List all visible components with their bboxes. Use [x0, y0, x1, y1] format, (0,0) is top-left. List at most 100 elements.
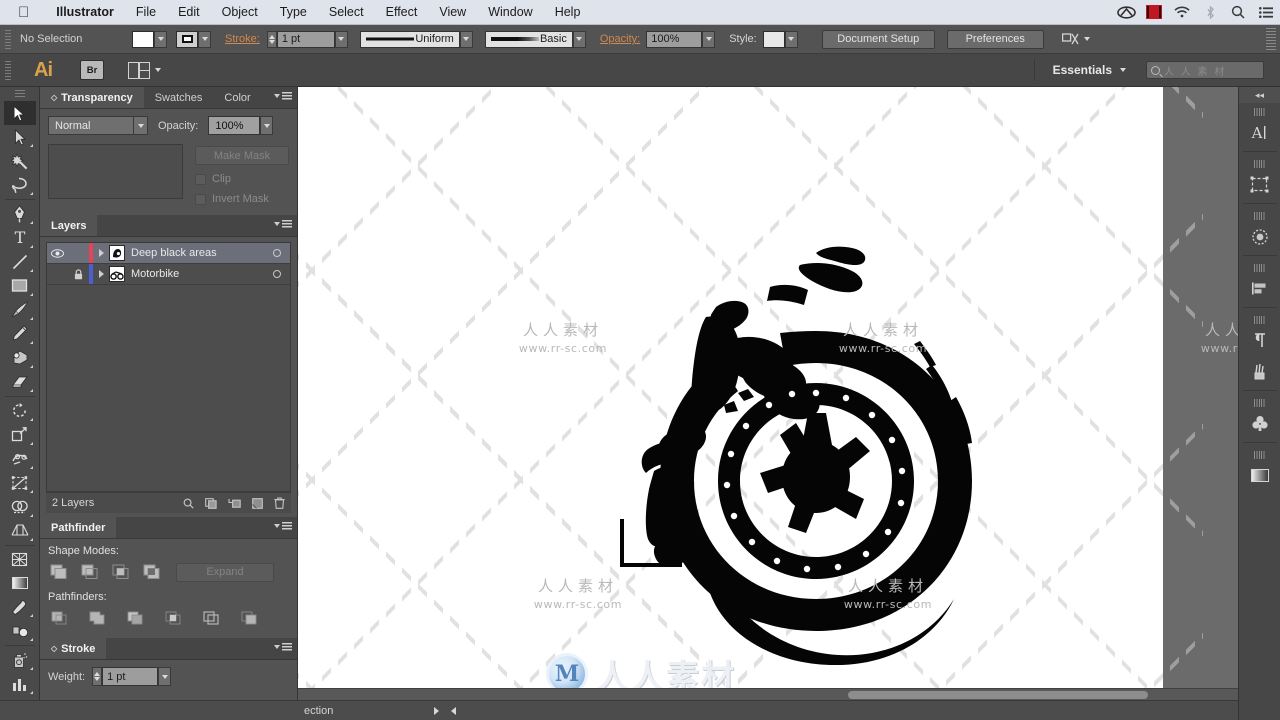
symbols-panel-icon[interactable]	[1239, 408, 1280, 439]
layer-expand-triangle[interactable]	[93, 249, 109, 257]
opacity-label[interactable]: Opacity:	[600, 33, 640, 45]
clip-checkbox[interactable]	[195, 173, 206, 185]
document-canvas[interactable]: 人人素材 www.rr-sc.com 人人素材 www.rr-sc.com 人人…	[298, 87, 1238, 700]
stroke-swatch[interactable]	[176, 30, 198, 48]
width-tool[interactable]	[4, 447, 36, 471]
video-capture-icon[interactable]	[1140, 0, 1168, 25]
column-graph-tool[interactable]	[4, 672, 36, 696]
stroke-profile-control[interactable]: Uniform	[359, 30, 473, 48]
blob-brush-tool[interactable]	[4, 346, 36, 370]
symbol-sprayer-tool[interactable]	[4, 648, 36, 672]
fill-swatch[interactable]	[132, 30, 154, 48]
motorbike-wheel-artwork[interactable]	[620, 245, 980, 665]
bridge-button[interactable]: Br	[80, 60, 104, 80]
character-panel-icon[interactable]: A	[1239, 117, 1280, 148]
layer-row-motorbike[interactable]: Motorbike	[47, 264, 290, 285]
brush-definition-dropdown[interactable]	[572, 30, 586, 48]
delete-layer-icon[interactable]	[274, 497, 285, 509]
layer-target-indicator[interactable]	[264, 270, 290, 278]
dock-group-grip[interactable]	[1253, 451, 1266, 459]
make-mask-button[interactable]: Make Mask	[195, 146, 289, 165]
eyedropper-tool[interactable]	[4, 595, 36, 619]
crop-button[interactable]	[162, 608, 184, 628]
paintbrush-tool[interactable]	[4, 298, 36, 322]
stroke-panel-collapse-icon[interactable]: ◇	[51, 644, 57, 653]
create-new-layer-icon[interactable]	[252, 497, 263, 509]
transparency-thumbnail[interactable]	[48, 144, 183, 199]
workspace-name[interactable]: Essentials	[1053, 63, 1112, 77]
tab-color[interactable]: Color	[213, 87, 262, 108]
opacity-value[interactable]: 100%	[646, 30, 703, 48]
menu-item-object[interactable]: Object	[211, 0, 269, 25]
blend-tool[interactable]	[4, 619, 36, 643]
stroke-label[interactable]: Stroke:	[225, 33, 260, 45]
shape-builder-tool[interactable]	[4, 495, 36, 519]
locate-object-icon[interactable]	[183, 498, 194, 509]
menu-item-illustrator[interactable]: Illustrator	[45, 0, 125, 25]
workspace-switcher[interactable]: Essentials	[1033, 59, 1126, 81]
menu-item-edit[interactable]: Edit	[167, 0, 211, 25]
brush-definition-value[interactable]: Basic	[484, 30, 573, 48]
document-setup-button[interactable]: Document Setup	[821, 29, 935, 49]
bluetooth-icon[interactable]	[1196, 0, 1224, 25]
horizontal-scrollbar[interactable]	[298, 688, 1238, 700]
dock-group-grip[interactable]	[1253, 399, 1266, 407]
preferences-button[interactable]: Preferences	[946, 29, 1044, 49]
artboards-panel-icon[interactable]	[1239, 169, 1280, 200]
fill-color-control[interactable]	[132, 30, 167, 48]
horizontal-scrollbar-thumb[interactable]	[848, 691, 1148, 699]
dock-group-grip[interactable]	[1253, 212, 1266, 220]
eraser-tool[interactable]	[4, 370, 36, 394]
notification-center-icon[interactable]	[1252, 0, 1280, 25]
spotlight-search-icon[interactable]	[1224, 0, 1252, 25]
stroke-dropdown-arrow[interactable]	[198, 30, 211, 48]
stroke-weight-panel-value[interactable]: 1 pt	[102, 667, 159, 686]
opacity-dropdown[interactable]	[702, 30, 716, 48]
stroke-weight-panel-dropdown[interactable]	[158, 667, 172, 686]
opacity-control[interactable]: 100%	[646, 30, 716, 48]
merge-button[interactable]	[124, 608, 146, 628]
gradient-tool[interactable]	[4, 571, 36, 595]
fill-dropdown-arrow[interactable]	[154, 30, 167, 48]
layer-visibility-toggle[interactable]	[47, 248, 68, 258]
trim-button[interactable]	[86, 608, 108, 628]
divide-button[interactable]	[48, 608, 70, 628]
transform-panel-icon[interactable]	[1239, 221, 1280, 252]
perspective-grid-tool[interactable]	[4, 519, 36, 543]
blend-mode-arrow[interactable]	[133, 117, 147, 134]
rectangle-tool[interactable]	[4, 274, 36, 298]
next-artboard-icon[interactable]	[428, 701, 445, 720]
selection-tool[interactable]	[3, 101, 36, 126]
control-bar-overflow[interactable]	[1266, 28, 1276, 50]
transparency-opacity-value[interactable]: 100%	[208, 116, 261, 135]
dock-group-grip[interactable]	[1253, 316, 1266, 324]
layers-panel-menu[interactable]	[274, 220, 292, 228]
workspace-dropdown-icon[interactable]	[1120, 68, 1126, 72]
type-tool[interactable]: T	[4, 226, 36, 250]
make-clipping-mask-icon[interactable]	[205, 497, 217, 509]
create-new-sublayer-icon[interactable]	[228, 498, 241, 509]
graphic-style-control[interactable]	[762, 30, 798, 48]
unite-button[interactable]	[48, 562, 70, 582]
arrange-documents-dropdown[interactable]	[155, 68, 161, 72]
free-transform-tool[interactable]	[4, 471, 36, 495]
app-header-grip[interactable]	[3, 59, 12, 81]
stroke-panel-menu[interactable]	[274, 643, 292, 651]
menu-item-file[interactable]: File	[125, 0, 167, 25]
previous-artboard-icon[interactable]	[445, 701, 462, 720]
stroke-color-control[interactable]	[176, 30, 211, 48]
dock-group-grip[interactable]	[1253, 108, 1266, 116]
layer-lock-toggle[interactable]	[68, 268, 89, 280]
menu-item-type[interactable]: Type	[269, 0, 318, 25]
menu-item-select[interactable]: Select	[318, 0, 375, 25]
transparency-opacity-dropdown[interactable]	[260, 116, 274, 135]
tab-pathfinder[interactable]: Pathfinder	[40, 517, 117, 538]
dock-group-grip[interactable]	[1253, 264, 1266, 272]
graphic-style-swatch[interactable]	[762, 30, 785, 48]
layer-name-deep-black-areas[interactable]: Deep black areas	[131, 247, 264, 259]
rotate-tool[interactable]	[4, 399, 36, 423]
outline-button[interactable]	[200, 608, 222, 628]
dock-group-grip[interactable]	[1253, 160, 1266, 168]
exclude-button[interactable]	[141, 562, 163, 582]
control-bar-grip[interactable]	[3, 28, 12, 50]
